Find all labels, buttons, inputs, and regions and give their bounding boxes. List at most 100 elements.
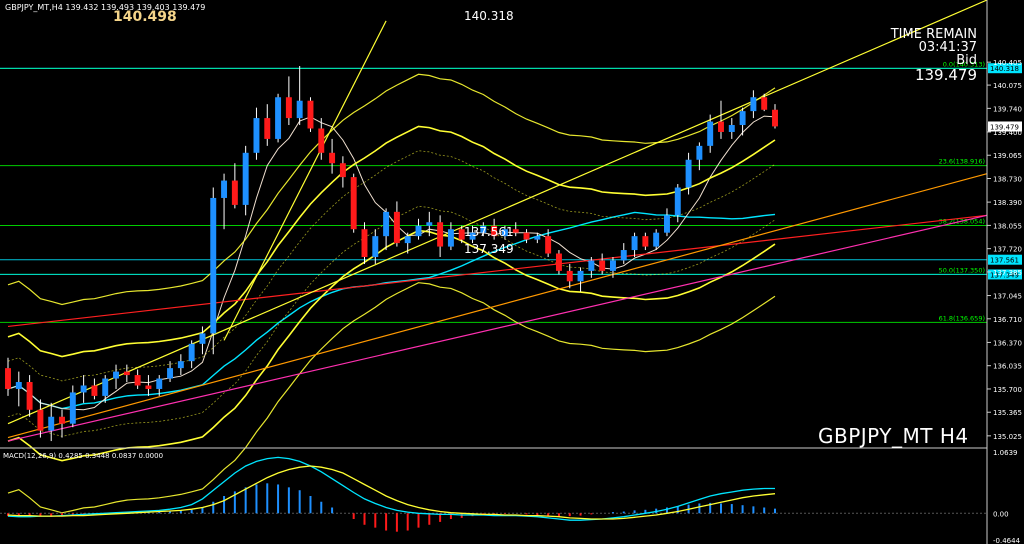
candle-bull bbox=[167, 368, 174, 379]
candle-bull bbox=[415, 225, 422, 237]
price-tick-label: 138.730 bbox=[993, 176, 1022, 184]
price-tick-label: 139.740 bbox=[993, 105, 1022, 113]
price-tick-label: 138.055 bbox=[993, 222, 1022, 230]
candle-bull bbox=[739, 111, 746, 126]
candle-bull bbox=[674, 187, 681, 216]
price-tick-label: 137.720 bbox=[993, 246, 1022, 254]
macd-header: MACD(12,26,9) 0.4285 0.3448 0.0837 0.000… bbox=[3, 452, 164, 460]
price-tick-label: 140.075 bbox=[993, 82, 1022, 90]
price-tick-label: 137.385 bbox=[993, 269, 1022, 277]
candle-bear bbox=[761, 97, 768, 110]
candle-bull bbox=[653, 232, 660, 247]
candle-bull bbox=[275, 97, 282, 139]
candle-bull bbox=[728, 125, 735, 132]
candle-bear bbox=[318, 128, 325, 153]
candle-bull bbox=[177, 361, 184, 369]
candle-bear bbox=[339, 163, 346, 178]
candle-bull bbox=[609, 260, 616, 271]
candle-bull bbox=[426, 222, 433, 226]
candle-bull bbox=[664, 215, 670, 233]
price-annotation: 137.561 bbox=[464, 225, 514, 239]
chart-background bbox=[0, 0, 1024, 544]
candle-bull bbox=[102, 378, 109, 396]
candle-bear bbox=[361, 229, 368, 257]
candle-bull bbox=[685, 159, 692, 188]
price-annotation: 140.318 bbox=[464, 9, 514, 23]
candle-bull bbox=[15, 382, 22, 389]
price-chart[interactable]: 0.0(140.313)23.6(138.916)38.2(138.054)50… bbox=[0, 0, 1024, 544]
price-tick-label: 135.365 bbox=[993, 409, 1022, 417]
candle-bear bbox=[264, 118, 271, 139]
macd-tick-label: 0.00 bbox=[993, 510, 1009, 518]
bid-value: 139.479 bbox=[914, 66, 977, 84]
candle-bear bbox=[5, 368, 11, 389]
candle-bear bbox=[566, 270, 573, 282]
candle-bear bbox=[307, 100, 314, 129]
candle-bear bbox=[37, 409, 44, 431]
candle-bull bbox=[631, 236, 638, 251]
candle-bear bbox=[393, 211, 400, 244]
price-tick-label: 136.370 bbox=[993, 339, 1022, 347]
macd-tick-label: -0.4644 bbox=[993, 537, 1021, 544]
candle-bull bbox=[69, 392, 76, 424]
candle-bear bbox=[59, 416, 65, 424]
time-remain-panel: TIME REMAIN 03:41:37 Bid 139.479 bbox=[891, 28, 977, 84]
price-tick-label: 140.405 bbox=[993, 59, 1022, 67]
candle-bear bbox=[123, 371, 130, 376]
price-tick-label: 138.390 bbox=[993, 199, 1022, 207]
candle-bull bbox=[296, 100, 303, 119]
candle-bear bbox=[642, 236, 649, 247]
candle-bear bbox=[231, 180, 238, 205]
price-level-box-label: 137.561 bbox=[990, 257, 1019, 265]
candle-bull bbox=[750, 97, 757, 112]
fib-level-label: 50.0(137.350) bbox=[939, 266, 985, 274]
candle-bear bbox=[329, 152, 336, 164]
symbol-timeframe-label: GBPJPY_MT H4 bbox=[818, 424, 969, 448]
candle-bear bbox=[512, 229, 519, 233]
candle-bear bbox=[718, 121, 724, 132]
candle-bull bbox=[113, 371, 119, 379]
price-tick-label: 135.025 bbox=[993, 433, 1022, 441]
candle-bull bbox=[447, 229, 454, 247]
candle-bull bbox=[404, 236, 411, 244]
candle-bull bbox=[48, 416, 55, 431]
candle-bear bbox=[555, 253, 562, 271]
price-tick-label: 136.035 bbox=[993, 363, 1022, 371]
candle-bear bbox=[26, 382, 33, 410]
candle-bull bbox=[707, 121, 714, 146]
candle-bull bbox=[696, 145, 703, 160]
candle-bear bbox=[145, 385, 152, 389]
candle-bear bbox=[545, 236, 552, 254]
candle-bull bbox=[210, 197, 217, 334]
candle-bull bbox=[620, 250, 627, 261]
candle-bull bbox=[199, 333, 206, 344]
candle-bear bbox=[599, 260, 606, 271]
price-tick-label: 139.400 bbox=[993, 129, 1022, 137]
candle-bull bbox=[253, 118, 260, 153]
candle-bear bbox=[437, 222, 444, 247]
fib-level-label: 61.8(136.659) bbox=[939, 314, 985, 322]
candle-bull bbox=[221, 180, 228, 198]
macd-tick-label: 1.0639 bbox=[993, 449, 1018, 457]
candle-bull bbox=[156, 378, 163, 389]
current-price-big: 140.498 bbox=[113, 9, 177, 25]
price-tick-label: 136.710 bbox=[993, 316, 1022, 324]
candle-bull bbox=[188, 343, 195, 362]
candle-bear bbox=[134, 375, 141, 386]
candle-bull bbox=[80, 385, 87, 393]
candle-bull bbox=[372, 236, 379, 257]
price-annotation: 137.349 bbox=[464, 242, 514, 256]
candle-bear bbox=[285, 97, 292, 119]
candle-bull bbox=[588, 260, 595, 271]
candle-bull bbox=[383, 211, 390, 237]
fib-level-label: 23.6(138.916) bbox=[939, 158, 985, 166]
candle-bear bbox=[523, 232, 530, 240]
candle-bull bbox=[242, 152, 249, 205]
candle-bear bbox=[772, 109, 778, 127]
price-tick-label: 139.065 bbox=[993, 152, 1022, 160]
price-tick-label: 135.700 bbox=[993, 386, 1022, 394]
candle-bull bbox=[577, 270, 584, 282]
price-tick-label: 137.045 bbox=[993, 293, 1022, 301]
candle-bear bbox=[350, 177, 357, 230]
candle-bull bbox=[534, 236, 541, 240]
